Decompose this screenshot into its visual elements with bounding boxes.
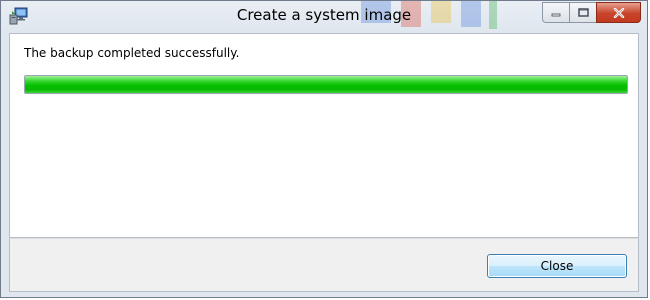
progress-bar xyxy=(24,75,628,94)
maximize-button[interactable] xyxy=(569,2,596,23)
dialog-window: Create a system image The backup complet… xyxy=(0,0,648,298)
title-bar[interactable]: Create a system image xyxy=(1,1,647,33)
content-panel: The backup completed successfully. xyxy=(9,33,639,238)
minimize-icon xyxy=(551,13,561,16)
minimize-button[interactable] xyxy=(542,2,569,23)
status-message: The backup completed successfully. xyxy=(24,46,240,60)
window-controls xyxy=(542,2,641,23)
footer: Close xyxy=(9,238,639,292)
desktop: Create a system image The backup complet… xyxy=(0,0,650,300)
window-close-button[interactable] xyxy=(596,2,641,23)
progress-fill xyxy=(25,76,627,93)
close-icon xyxy=(613,7,624,18)
maximize-icon xyxy=(577,8,589,17)
close-button[interactable]: Close xyxy=(487,254,627,278)
